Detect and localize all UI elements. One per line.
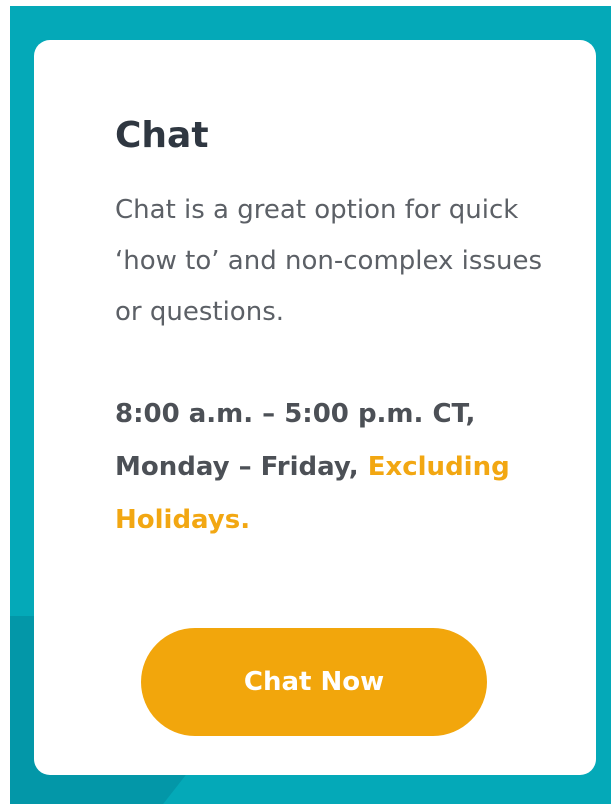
chat-now-button[interactable]: Chat Now <box>141 628 487 736</box>
chat-card: Chat Chat is a great option for quick ‘h… <box>34 40 596 775</box>
support-hours: 8:00 a.m. – 5:00 p.m. CT, Monday – Frida… <box>115 388 565 547</box>
card-description: Chat is a great option for quick ‘how to… <box>115 195 543 327</box>
page-background: Chat Chat is a great option for quick ‘h… <box>10 6 611 804</box>
card-title: Chat <box>115 115 209 156</box>
